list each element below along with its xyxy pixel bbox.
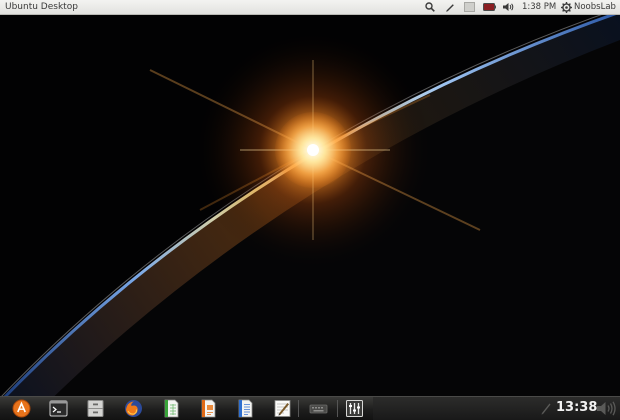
window-icon[interactable] <box>463 0 475 14</box>
gear-icon <box>561 1 572 13</box>
file-manager-icon[interactable] <box>86 399 105 418</box>
dock: 13:38 <box>0 396 620 420</box>
pen-icon[interactable] <box>540 401 552 415</box>
firefox-icon[interactable] <box>124 399 143 418</box>
writer-icon[interactable] <box>236 399 255 418</box>
session-user-name: NoobsLab <box>574 2 616 12</box>
search-icon[interactable] <box>424 0 436 14</box>
spreadsheet-icon[interactable] <box>162 399 181 418</box>
dock-separator <box>337 400 338 417</box>
desktop: Ubuntu Desktop 1:38 PM NoobsLab 13:38 <box>0 0 620 420</box>
dock-separator <box>298 400 299 417</box>
pen-icon[interactable] <box>444 0 456 14</box>
terminal-icon[interactable] <box>49 399 68 418</box>
volume-icon[interactable] <box>596 400 616 417</box>
wallpaper <box>0 0 620 420</box>
session-menu[interactable]: NoobsLab <box>561 0 616 14</box>
window-title: Ubuntu Desktop <box>5 2 78 12</box>
presentation-icon[interactable] <box>199 399 218 418</box>
volume-icon[interactable] <box>501 0 515 14</box>
keyboard-icon[interactable] <box>309 399 328 418</box>
ubuntu-software-center-icon[interactable] <box>12 399 31 418</box>
dock-clock[interactable]: 13:38 <box>556 399 597 417</box>
top-panel: Ubuntu Desktop 1:38 PM NoobsLab <box>0 0 620 15</box>
text-editor-icon[interactable] <box>273 399 292 418</box>
mixer-settings-icon[interactable] <box>345 399 364 418</box>
battery-icon[interactable] <box>482 0 496 14</box>
panel-clock[interactable]: 1:38 PM <box>522 1 556 13</box>
